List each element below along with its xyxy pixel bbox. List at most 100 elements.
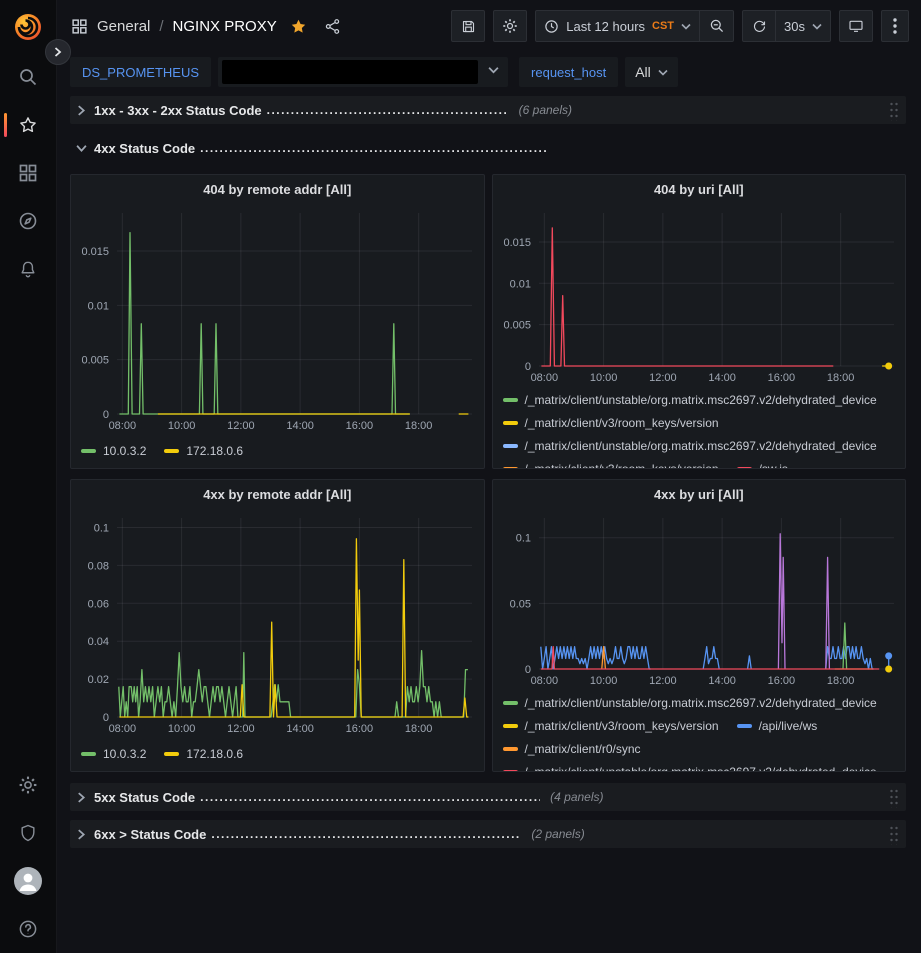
breadcrumb-title[interactable]: NGINX PROXY — [173, 18, 277, 35]
breadcrumb-section[interactable]: General — [97, 18, 150, 35]
legend-row: /_matrix/client/v3/room_keys/version/sw.… — [503, 457, 896, 468]
row-panel-count: (4 panels) — [550, 790, 603, 804]
svg-text:18:00: 18:00 — [405, 420, 433, 432]
legend-item[interactable]: /sw.js — [737, 462, 788, 469]
svg-text:0.01: 0.01 — [88, 300, 109, 312]
chevron-down-icon — [76, 143, 87, 154]
refresh-button[interactable] — [742, 10, 776, 42]
legend-swatch — [164, 449, 179, 453]
sidebar-item-profile[interactable] — [0, 857, 57, 905]
row-title: 1xx - 3xx - 2xx Status Code — [94, 103, 262, 118]
legend-swatch — [503, 444, 518, 448]
legend-item[interactable]: 172.18.0.6 — [164, 444, 243, 458]
sidebar-expand-button[interactable] — [45, 39, 71, 65]
dashboard-settings-button[interactable] — [493, 10, 527, 42]
kebab-menu-icon — [893, 18, 897, 34]
row-drag-handle[interactable] — [889, 100, 898, 121]
refresh-icon — [752, 19, 767, 34]
grafana-logo[interactable] — [12, 11, 44, 43]
sidebar — [0, 0, 57, 953]
tv-mode-button[interactable] — [839, 10, 873, 42]
sidebar-item-explore[interactable] — [0, 197, 57, 245]
svg-text:0.1: 0.1 — [515, 533, 530, 545]
svg-text:12:00: 12:00 — [227, 420, 255, 432]
time-range-picker[interactable]: Last 12 hours CST — [535, 10, 700, 42]
legend-item[interactable]: /_matrix/client/v3/room_keys/version — [503, 462, 719, 469]
row-title-leader: ........................................… — [211, 827, 521, 841]
panel-4xx-by-uri: 4xx by uri [All] 08:0010:0012:0014:0016:… — [492, 479, 907, 772]
sidebar-item-alerting[interactable] — [0, 245, 57, 293]
timeseries-chart[interactable]: 08:0010:0012:0014:0016:0018:0000.0050.01… — [493, 203, 906, 386]
save-icon — [461, 19, 476, 34]
legend-item[interactable]: /_matrix/client/unstable/org.matrix.msc2… — [503, 696, 877, 710]
timeseries-chart[interactable]: 08:0010:0012:0014:0016:0018:0000.0050.01… — [71, 203, 484, 434]
sidebar-item-help[interactable] — [0, 905, 57, 953]
panel-title[interactable]: 404 by remote addr [All] — [71, 175, 484, 203]
chevron-right-icon — [76, 792, 87, 803]
legend-swatch — [164, 752, 179, 756]
save-dashboard-button[interactable] — [451, 10, 485, 42]
main-area: General / NGINX PROXY — [57, 0, 921, 953]
sidebar-item-favorites[interactable] — [0, 101, 57, 149]
legend-item[interactable]: 172.18.0.6 — [164, 747, 243, 761]
row-header-5xx[interactable]: 5xx Status Code ........................… — [70, 783, 906, 811]
panel-title[interactable]: 4xx by remote addr [All] — [71, 480, 484, 508]
breadcrumb-separator: / — [159, 18, 163, 35]
row-drag-handle[interactable] — [889, 824, 898, 845]
svg-text:14:00: 14:00 — [286, 420, 314, 432]
row-header-4xx[interactable]: 4xx Status Code ........................… — [70, 134, 906, 162]
panel-title[interactable]: 4xx by uri [All] — [493, 480, 906, 508]
svg-text:10:00: 10:00 — [168, 420, 196, 432]
legend-item[interactable]: 10.0.3.2 — [81, 747, 146, 761]
chevron-right-icon — [54, 47, 62, 57]
row-title: 6xx > Status Code — [94, 827, 206, 842]
panel-404-by-remote-addr: 404 by remote addr [All] 08:0010:0012:00… — [70, 174, 485, 469]
row-header-1xx-3xx-2xx[interactable]: 1xx - 3xx - 2xx Status Code ............… — [70, 96, 906, 124]
datasource-variable-label[interactable]: DS_PROMETHEUS — [70, 57, 211, 87]
more-options-button[interactable] — [881, 10, 909, 42]
svg-text:08:00: 08:00 — [530, 372, 558, 384]
row-title: 5xx Status Code — [94, 790, 195, 805]
timeseries-chart[interactable]: 08:0010:0012:0014:0016:0018:0000.020.040… — [71, 508, 484, 737]
legend-row: 10.0.3.2 172.18.0.6 — [81, 747, 243, 761]
sidebar-item-dashboards[interactable] — [0, 149, 57, 197]
svg-text:18:00: 18:00 — [826, 372, 854, 384]
row-drag-handle[interactable] — [889, 787, 898, 808]
sidebar-item-settings[interactable] — [0, 761, 57, 809]
legend-swatch — [737, 467, 752, 469]
shield-icon — [18, 823, 38, 843]
svg-text:0.04: 0.04 — [88, 636, 109, 648]
legend-item[interactable]: /api/live/ws — [737, 719, 818, 733]
request-host-variable-label[interactable]: request_host — [519, 57, 618, 87]
monitor-icon — [848, 18, 864, 34]
svg-text:0: 0 — [103, 712, 109, 724]
timeseries-chart[interactable]: 08:0010:0012:0014:0016:0018:0000.050.1 — [493, 508, 906, 689]
zoom-out-button[interactable] — [700, 10, 734, 42]
legend-item[interactable]: /_matrix/client/unstable/org.matrix.msc2… — [503, 765, 877, 772]
legend-item[interactable]: /_matrix/client/v3/room_keys/version — [503, 416, 719, 430]
datasource-variable-dropdown[interactable] — [218, 57, 508, 87]
legend-label: /_matrix/client/v3/room_keys/version — [525, 462, 719, 469]
share-icon[interactable] — [324, 18, 341, 35]
legend-label: /_matrix/client/unstable/org.matrix.msc2… — [525, 439, 877, 453]
legend-item[interactable]: /_matrix/client/unstable/org.matrix.msc2… — [503, 393, 877, 407]
panel-title[interactable]: 404 by uri [All] — [493, 175, 906, 203]
legend-swatch — [503, 467, 518, 469]
legend-label: /api/live/ws — [759, 719, 818, 733]
svg-text:0.05: 0.05 — [509, 598, 530, 610]
favorite-star-icon[interactable] — [290, 18, 307, 35]
svg-text:0.015: 0.015 — [81, 246, 109, 258]
request-host-variable-dropdown[interactable]: All — [625, 57, 678, 87]
svg-text:0.015: 0.015 — [503, 237, 531, 249]
legend-item[interactable]: 10.0.3.2 — [81, 444, 146, 458]
clock-icon — [544, 19, 559, 34]
row-header-6xx[interactable]: 6xx > Status Code ......................… — [70, 820, 906, 848]
legend-row: /_matrix/client/unstable/org.matrix.msc2… — [503, 760, 896, 771]
legend-item[interactable]: /_matrix/client/unstable/org.matrix.msc2… — [503, 439, 877, 453]
legend-row: /_matrix/client/r0/sync — [503, 737, 896, 760]
legend-item[interactable]: /_matrix/client/v3/room_keys/version — [503, 719, 719, 733]
refresh-interval-picker[interactable]: 30s — [776, 10, 831, 42]
legend-item[interactable]: /_matrix/client/r0/sync — [503, 742, 641, 756]
grid-icon — [18, 163, 38, 183]
sidebar-item-server-admin[interactable] — [0, 809, 57, 857]
